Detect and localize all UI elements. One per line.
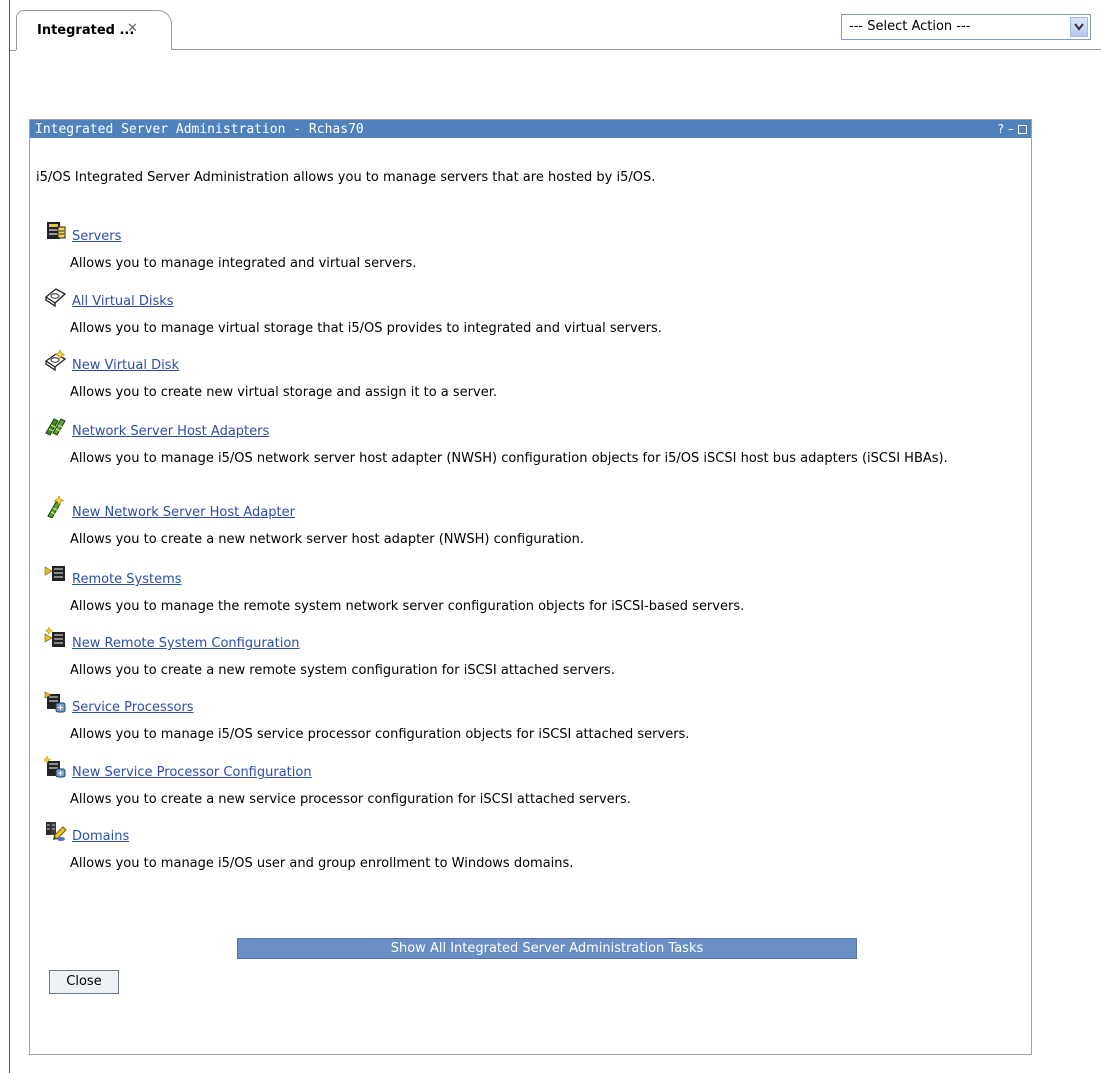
item-description: Allows you to manage i5/OS service proce… — [70, 727, 690, 742]
new-remote-system-configuration-link[interactable]: New Remote System Configuration — [72, 636, 300, 651]
tab-close-icon[interactable]: ✕ — [127, 21, 138, 36]
tab-divider — [10, 50, 16, 51]
portlet-title-bar: Integrated Server Administration - Rchas… — [30, 120, 1031, 138]
new-virtual-disk-icon — [44, 349, 70, 373]
tab-label: Integrated ... — [37, 23, 135, 38]
new-remote-system-icon — [44, 626, 70, 651]
item-description: Allows you to manage virtual storage tha… — [70, 321, 662, 336]
domains-icon — [44, 820, 70, 844]
remote-systems-icon — [44, 563, 70, 587]
close-button[interactable]: Close — [49, 970, 119, 994]
item-description: Allows you to create a new network serve… — [70, 532, 584, 547]
new-network-server-host-adapter-link[interactable]: New Network Server Host Adapter — [72, 505, 295, 520]
item-description: Allows you to manage i5/OS user and grou… — [70, 856, 574, 871]
item-description: Allows you to create a new remote system… — [70, 663, 615, 678]
portlet-integrated-server-admin: Integrated Server Administration - Rchas… — [29, 119, 1032, 1055]
host-adapters-icon — [44, 415, 70, 439]
item-description: Allows you to manage i5/OS network serve… — [70, 451, 948, 466]
item-description: Allows you to create a new service proce… — [70, 792, 631, 807]
virtual-disks-icon — [44, 285, 70, 309]
remote-systems-link[interactable]: Remote Systems — [72, 572, 182, 587]
tab-integrated[interactable]: Integrated ... ✕ — [16, 10, 172, 50]
chevron-down-icon[interactable] — [1070, 17, 1088, 37]
item-description: Allows you to manage the remote system n… — [70, 599, 745, 614]
item-description: Allows you to create new virtual storage… — [70, 385, 497, 400]
show-all-tasks-button[interactable]: Show All Integrated Server Administratio… — [237, 938, 857, 959]
tab-divider — [172, 49, 1101, 50]
new-service-processor-icon — [42, 755, 70, 780]
maximize-icon[interactable] — [1018, 124, 1027, 134]
portlet-title: Integrated Server Administration - Rchas… — [35, 122, 364, 137]
item-description: Allows you to manage integrated and virt… — [70, 256, 417, 271]
new-virtual-disk-link[interactable]: New Virtual Disk — [72, 358, 179, 373]
intro-text: i5/OS Integrated Server Administration a… — [36, 170, 656, 185]
minimize-icon[interactable]: – — [1008, 122, 1014, 136]
portlet-controls: ? – — [998, 121, 1027, 137]
domains-link[interactable]: Domains — [72, 829, 129, 844]
select-action-dropdown[interactable]: --- Select Action --- — [841, 14, 1091, 40]
servers-icon — [44, 220, 70, 244]
all-virtual-disks-link[interactable]: All Virtual Disks — [72, 294, 174, 309]
new-host-adapter-icon — [44, 495, 70, 520]
service-processors-link[interactable]: Service Processors — [72, 700, 194, 715]
select-action-value: --- Select Action --- — [849, 19, 971, 34]
new-service-processor-configuration-link[interactable]: New Service Processor Configuration — [72, 765, 312, 780]
servers-link[interactable]: Servers — [72, 229, 121, 244]
help-icon[interactable]: ? — [998, 122, 1004, 136]
network-server-host-adapters-link[interactable]: Network Server Host Adapters — [72, 424, 269, 439]
service-processors-icon — [44, 691, 70, 715]
